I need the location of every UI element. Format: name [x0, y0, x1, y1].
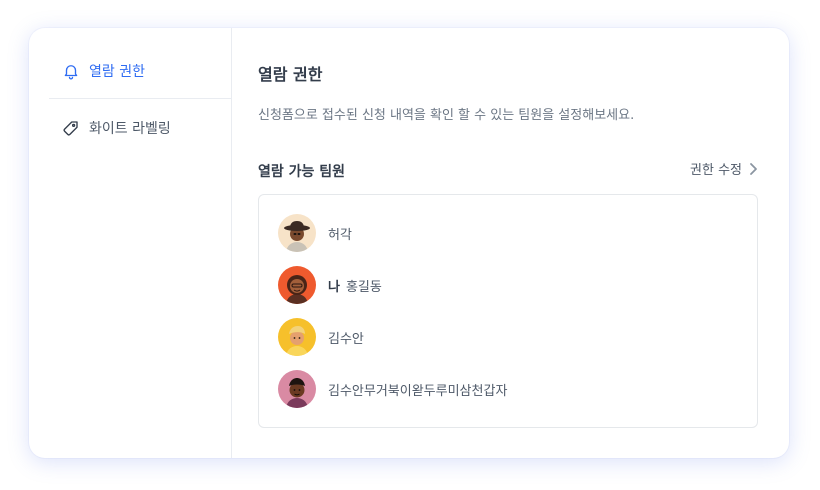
member-name: 허각	[328, 227, 352, 243]
list-item: 허각	[278, 214, 352, 252]
edit-permission-label: 권한 수정	[690, 163, 742, 178]
sidebar-item-view-permission[interactable]: 열람 권한	[49, 43, 231, 99]
bell-icon	[61, 61, 81, 81]
sidebar-divider	[49, 98, 231, 99]
avatar	[278, 370, 316, 408]
main-content: 열람 권한 신청폼으로 접수된 신청 내역을 확인 할 수 있는 팀원을 설정해…	[258, 28, 758, 458]
section-title: 열람 가능 팀원	[258, 164, 346, 180]
edit-permission-button[interactable]: 권한 수정	[690, 159, 758, 178]
me-badge: 나	[328, 279, 340, 295]
avatar	[278, 266, 316, 304]
page-title: 열람 권한	[258, 65, 323, 84]
list-item: 김수안	[278, 318, 364, 356]
list-item: 김수안무거북이왇두루미삼천갑자	[278, 370, 507, 408]
member-name: 김수안무거북이왇두루미삼천갑자	[328, 383, 508, 399]
member-name: 김수안	[328, 331, 364, 347]
sidebar-item-label: 열람 권한	[89, 64, 145, 80]
chevron-right-icon	[748, 162, 758, 176]
member-list: 허각 나 홍길동 김수안 김수안무거북이왇두루미삼천갑자	[258, 194, 758, 428]
tag-icon	[61, 118, 81, 138]
sidebar-item-label: 화이트 라벨링	[89, 121, 171, 137]
sidebar-item-white-labeling[interactable]: 화이트 라벨링	[49, 100, 231, 156]
page-description: 신청폼으로 접수된 신청 내역을 확인 할 수 있는 팀원을 설정해보세요.	[258, 108, 635, 123]
list-item: 나 홍길동	[278, 266, 382, 304]
member-name: 홍길동	[345, 279, 382, 295]
settings-card: 열람 권한 화이트 라벨링 열람 권한 신청폼으로 접수된 신청 내역을 확인 …	[29, 28, 789, 458]
avatar	[278, 214, 316, 252]
sidebar: 열람 권한 화이트 라벨링	[29, 28, 232, 458]
avatar	[278, 318, 316, 356]
